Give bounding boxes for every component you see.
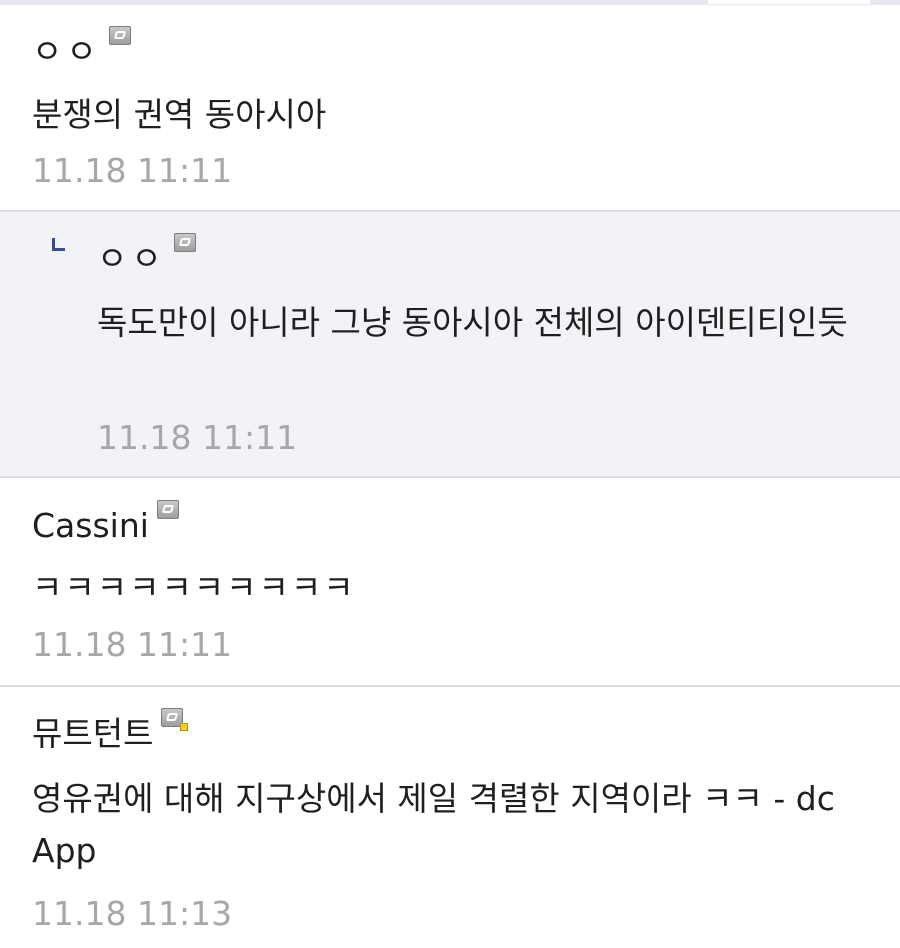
comment-item: 뮤트턴트 영유권에 대해 지구상에서 제일 격렬한 지역이라 ㅋㅋ - dc A…: [0, 687, 900, 948]
comment-text: ㅋㅋㅋㅋㅋㅋㅋㅋㅋㅋ: [32, 568, 356, 607]
comment-item: ㅇㅇ 분쟁의 권역 동아시아 11.18 11:11: [0, 5, 900, 210]
gallog-icon[interactable]: [173, 233, 196, 252]
comment-item: Cassini ㅋㅋㅋㅋㅋㅋㅋㅋㅋㅋ 11.18 11:11: [0, 478, 900, 685]
nickname[interactable]: ㅇㅇ: [32, 32, 101, 72]
gallog-fixed-icon[interactable]: [161, 708, 189, 731]
top-tab-stub: [708, 0, 870, 4]
comment-author[interactable]: ㅇㅇ: [97, 233, 196, 279]
comment-author[interactable]: 뮤트턴트: [32, 708, 189, 754]
comment-text: 독도만이 아니라 그냥 동아시아 전체의 아이덴티티인듯: [97, 303, 848, 342]
comment-timestamp: 11.18 11:11: [97, 418, 298, 457]
comment-timestamp: 11.18 11:13: [32, 894, 233, 933]
comment-author[interactable]: ㅇㅇ: [32, 26, 131, 72]
comment-text: 영유권에 대해 지구상에서 제일 격렬한 지역이라 ㅋㅋ - dc App: [32, 779, 835, 870]
nickname[interactable]: Cassini: [32, 506, 149, 546]
gallog-icon[interactable]: [108, 26, 131, 45]
comment-text: 분쟁의 권역 동아시아: [32, 95, 327, 134]
nickname[interactable]: 뮤트턴트: [32, 714, 153, 754]
gallog-icon[interactable]: [156, 500, 179, 519]
comment-timestamp: 11.18 11:11: [32, 151, 233, 190]
comment-author[interactable]: Cassini: [32, 500, 179, 546]
reply-arrow-icon: [52, 238, 65, 251]
nickname[interactable]: ㅇㅇ: [97, 239, 166, 279]
reply-comment-item: ㅇㅇ 독도만이 아니라 그냥 동아시아 전체의 아이덴티티인듯 11.18 11…: [0, 212, 900, 476]
comment-timestamp: 11.18 11:11: [32, 625, 233, 664]
